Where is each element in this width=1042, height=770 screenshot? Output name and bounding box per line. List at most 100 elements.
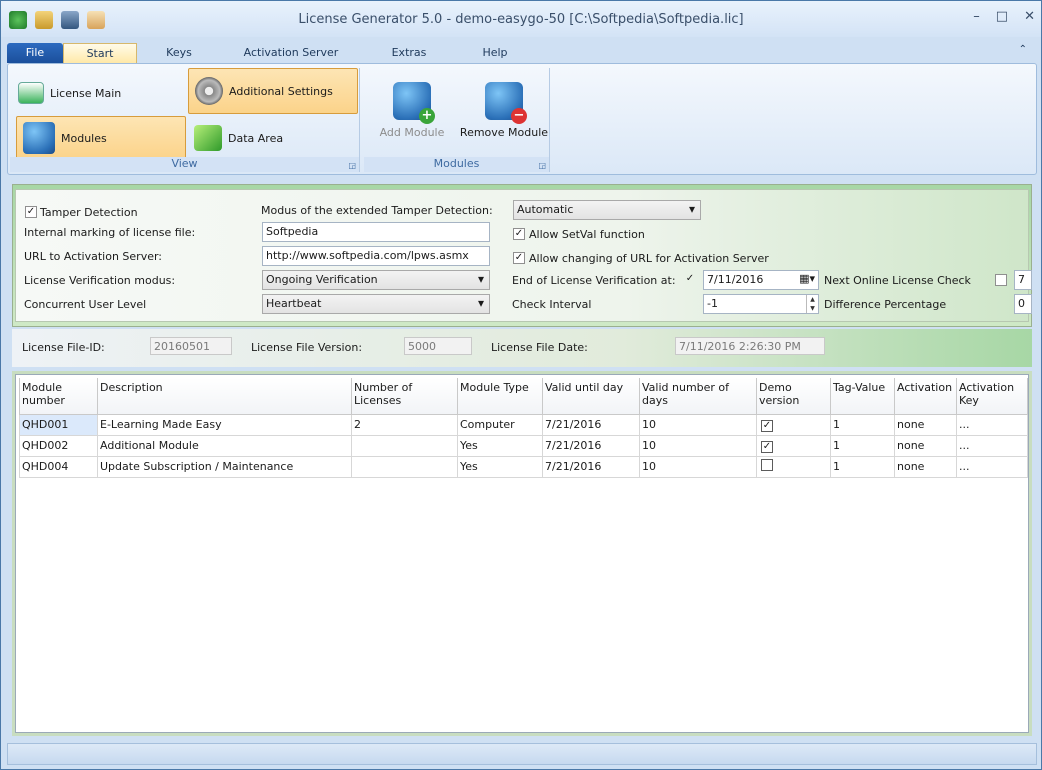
- table-cell-valid-until[interactable]: 7/21/2016: [542, 434, 640, 457]
- demo-checkbox[interactable]: ✓: [761, 440, 773, 453]
- table-cell-number[interactable]: QHD004: [19, 455, 98, 478]
- modules-button[interactable]: Modules: [16, 116, 186, 160]
- table-cell-description[interactable]: Additional Module: [97, 434, 352, 457]
- modules-grid: Module number Description Number of Lice…: [12, 371, 1032, 736]
- col-demo-version[interactable]: Demo version: [756, 378, 831, 415]
- table-cell-tag[interactable]: 1: [830, 455, 895, 478]
- table-cell-description[interactable]: Update Subscription / Maintenance: [97, 455, 352, 478]
- col-tag-value[interactable]: Tag-Value: [830, 378, 895, 415]
- table-cell-valid-until[interactable]: 7/21/2016: [542, 455, 640, 478]
- additional-settings-label: Additional Settings: [229, 84, 333, 98]
- calendar-dropdown-icon[interactable]: ▦▾: [799, 272, 815, 285]
- col-activation[interactable]: Activation: [894, 378, 957, 415]
- table-cell-activation[interactable]: none: [894, 413, 957, 436]
- table-cell-tag[interactable]: 1: [830, 413, 895, 436]
- difference-percentage-input[interactable]: 0: [1014, 294, 1032, 314]
- table-cell-valid-until[interactable]: 7/21/2016: [542, 413, 640, 436]
- maximize-button[interactable]: □: [996, 9, 1008, 24]
- additional-settings-button[interactable]: Additional Settings: [188, 68, 358, 114]
- table-cell-valid-days[interactable]: 10: [639, 455, 757, 478]
- table-cell-key[interactable]: ...: [956, 455, 1028, 478]
- col-module-type[interactable]: Module Type: [457, 378, 543, 415]
- col-valid-until[interactable]: Valid until day: [542, 378, 640, 415]
- license-main-label: License Main: [50, 86, 122, 100]
- ribbon-collapse-icon[interactable]: ⌃: [1019, 44, 1027, 55]
- table-cell-licenses[interactable]: [351, 455, 458, 478]
- col-description[interactable]: Description: [97, 378, 352, 415]
- modules-label: Modules: [61, 131, 107, 145]
- modules-group-title: Modules: [364, 157, 549, 172]
- table-cell-number[interactable]: QHD001: [19, 413, 98, 436]
- url-input[interactable]: http://www.softpedia.com/lpws.asmx: [262, 246, 490, 266]
- table-cell-licenses[interactable]: 2: [351, 413, 458, 436]
- demo-checkbox[interactable]: [761, 459, 773, 471]
- col-valid-days[interactable]: Valid number of days: [639, 378, 757, 415]
- check-interval-value: -1: [707, 297, 718, 310]
- tamper-detection-label: Tamper Detection: [40, 206, 138, 219]
- tab-file[interactable]: File: [7, 43, 63, 63]
- table-cell-demo[interactable]: ✓: [756, 434, 831, 457]
- table-cell-demo[interactable]: ✓: [756, 413, 831, 436]
- table-row[interactable]: QHD002 Additional Module Yes 7/21/2016 10 ✓ 1 n…: [19, 434, 1028, 457]
- file-id-field: 20160501: [150, 337, 232, 355]
- table-cell-type[interactable]: Computer: [457, 413, 543, 436]
- check-interval-input[interactable]: -1 ▲ ▼: [703, 294, 819, 314]
- table-cell-activation[interactable]: none: [894, 434, 957, 457]
- table-cell-valid-days[interactable]: 10: [639, 434, 757, 457]
- file-version-field: 5000: [404, 337, 472, 355]
- table-cell-valid-days[interactable]: 10: [639, 413, 757, 436]
- end-verification-date-input[interactable]: 7/11/2016 ▦▾: [703, 270, 819, 290]
- verification-modus-label: License Verification modus:: [24, 274, 176, 287]
- table-cell-key[interactable]: ...: [956, 413, 1028, 436]
- table-cell-key[interactable]: ...: [956, 434, 1028, 457]
- app-window: License Generator 5.0 - demo-easygo-50 […: [0, 0, 1042, 770]
- internal-marking-input[interactable]: Softpedia: [262, 222, 490, 242]
- allow-url-change-checkbox[interactable]: ✓: [513, 252, 525, 264]
- modus-extended-label: Modus of the extended Tamper Detection:: [261, 204, 493, 217]
- col-number-of-licenses[interactable]: Number of Licenses: [351, 378, 458, 415]
- concurrent-user-label: Concurrent User Level: [24, 298, 147, 311]
- close-button[interactable]: ✕: [1024, 9, 1035, 24]
- col-activation-key[interactable]: Activation Key: [956, 378, 1028, 415]
- file-version-label: License File Version:: [251, 341, 363, 354]
- demo-checkbox[interactable]: ✓: [761, 419, 773, 432]
- end-verification-date: 7/11/2016: [707, 273, 764, 286]
- table-cell-licenses[interactable]: [351, 434, 458, 457]
- next-online-check-label: Next Online License Check: [824, 274, 971, 287]
- allow-setval-checkbox[interactable]: ✓: [513, 228, 525, 240]
- table-cell-activation[interactable]: none: [894, 455, 957, 478]
- title-bar: License Generator 5.0 - demo-easygo-50 […: [1, 1, 1041, 37]
- tab-help[interactable]: Help: [457, 43, 533, 63]
- tab-start[interactable]: Start: [63, 43, 137, 63]
- table-cell-type[interactable]: Yes: [457, 434, 543, 457]
- table-cell-demo[interactable]: [756, 455, 831, 478]
- modus-extended-select[interactable]: Automatic: [513, 200, 701, 220]
- tamper-detection-checkbox[interactable]: ✓: [25, 206, 37, 218]
- remove-module-button[interactable]: − Remove Module: [456, 82, 552, 139]
- next-online-check-checkbox[interactable]: [995, 274, 1007, 286]
- modules-group-launcher-icon[interactable]: ◲: [538, 161, 546, 170]
- minimize-button[interactable]: –: [973, 9, 980, 24]
- tab-keys[interactable]: Keys: [137, 43, 221, 63]
- table-cell-tag[interactable]: 1: [830, 434, 895, 457]
- tab-activation-server[interactable]: Activation Server: [221, 43, 361, 63]
- verification-modus-select[interactable]: Ongoing Verification: [262, 270, 490, 290]
- table-row[interactable]: QHD001 E-Learning Made Easy 2 Computer 7/21/…: [19, 413, 1028, 436]
- table-cell-number[interactable]: QHD002: [19, 434, 98, 457]
- view-group-launcher-icon[interactable]: ◲: [348, 161, 356, 170]
- end-verification-checkbox[interactable]: ✓: [684, 274, 696, 286]
- concurrent-user-select[interactable]: Heartbeat: [262, 294, 490, 314]
- add-module-button[interactable]: + Add Module: [364, 82, 460, 139]
- table-cell-type[interactable]: Yes: [457, 455, 543, 478]
- table-header-row: Module number Description Number of Lice…: [19, 378, 1028, 415]
- col-module-number[interactable]: Module number: [19, 378, 98, 415]
- modules-table: Module number Description Number of Lice…: [19, 378, 1028, 478]
- ribbon-panel: License Main Additional Settings Modules…: [7, 63, 1037, 175]
- tab-extras[interactable]: Extras: [361, 43, 457, 63]
- spinner-icon[interactable]: ▲ ▼: [806, 295, 818, 313]
- license-main-button[interactable]: License Main: [12, 76, 182, 110]
- next-online-check-input[interactable]: 7: [1014, 270, 1032, 290]
- data-area-button[interactable]: Data Area: [188, 122, 358, 154]
- table-cell-description[interactable]: E-Learning Made Easy: [97, 413, 352, 436]
- table-row[interactable]: QHD004 Update Subscription / Maintenance Y…: [19, 455, 1028, 478]
